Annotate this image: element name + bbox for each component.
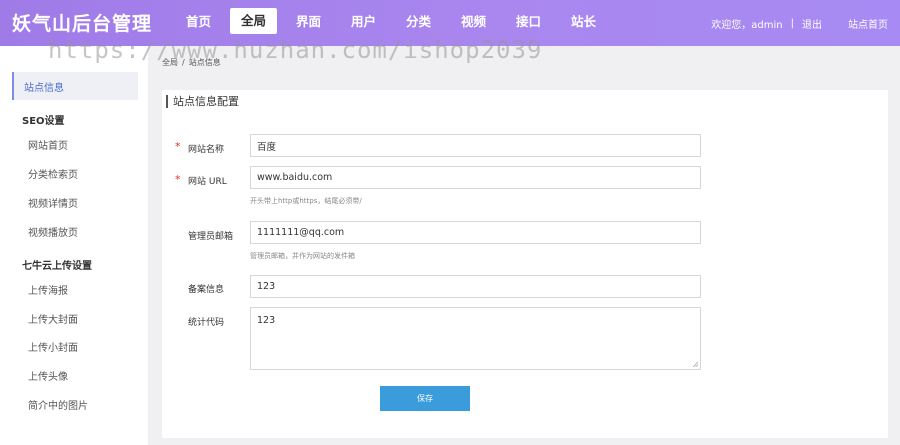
breadcrumb: 全局 / 站点信息: [162, 57, 221, 68]
brand-title: 妖气山后台管理: [12, 13, 153, 35]
breadcrumb-global[interactable]: 全局: [162, 58, 178, 67]
stats-code-value: 123: [257, 315, 276, 326]
stats-code-label: 统计代码: [188, 318, 225, 328]
panel-title: 站点信息配置: [166, 95, 239, 108]
save-button[interactable]: 保存: [380, 386, 470, 411]
resize-handle-icon[interactable]: [692, 361, 698, 367]
sidebar-group-qiniu: 七牛云上传设置: [22, 261, 92, 272]
site-url-hint: 开头带上http或https，结尾必须带/: [250, 197, 362, 205]
top-nav: 首页 全局 界面 用户 分类 视频 接口 站长: [171, 0, 611, 46]
divider: |: [790, 18, 794, 29]
sidebar-item-upload-large-cover[interactable]: 上传大封面: [28, 311, 78, 326]
nav-webmaster[interactable]: 站长: [556, 0, 611, 46]
nav-api[interactable]: 接口: [501, 0, 556, 46]
site-url-label: 网站 URL: [188, 177, 227, 187]
admin-email-hint: 管理员邮箱，并作为网站的发件箱: [250, 252, 355, 260]
sidebar-item-site-info[interactable]: 站点信息: [12, 72, 138, 100]
icp-label: 备案信息: [188, 285, 225, 295]
required-star: *: [175, 173, 181, 186]
site-name-input[interactable]: 百度: [250, 134, 701, 157]
sidebar-item-video-play[interactable]: 视频播放页: [28, 224, 78, 239]
sidebar-item-upload-avatar[interactable]: 上传头像: [28, 368, 68, 383]
breadcrumb-current: 站点信息: [188, 58, 221, 67]
nav-categories[interactable]: 分类: [391, 0, 446, 46]
top-header: 妖气山后台管理 首页 全局 界面 用户 分类 视频 接口 站长 欢迎您，admi…: [0, 0, 900, 46]
required-star: *: [175, 140, 181, 153]
sidebar-item-home-page[interactable]: 网站首页: [28, 137, 68, 152]
nav-interface[interactable]: 界面: [281, 0, 336, 46]
sidebar-item-intro-images[interactable]: 简介中的图片: [28, 397, 88, 412]
admin-email-input[interactable]: 1111111@qq.com: [250, 221, 701, 244]
nav-videos[interactable]: 视频: [446, 0, 501, 46]
admin-email-label: 管理员邮箱: [188, 232, 234, 242]
welcome-text: 欢迎您，admin: [711, 20, 783, 31]
sidebar-item-video-detail[interactable]: 视频详情页: [28, 195, 78, 210]
nav-users[interactable]: 用户: [336, 0, 391, 46]
sidebar-item-category-search[interactable]: 分类检索页: [28, 166, 78, 181]
site-url-input[interactable]: www.baidu.com: [250, 166, 701, 189]
icp-input[interactable]: 123: [250, 275, 701, 298]
site-home-link[interactable]: 站点首页: [848, 16, 888, 31]
logout-link[interactable]: 退出: [802, 16, 822, 31]
nav-global[interactable]: 全局: [230, 8, 277, 34]
site-info-panel: 站点信息配置 * 网站名称 百度 * 网站 URL www.baidu.com …: [162, 90, 888, 438]
sidebar-item-upload-poster[interactable]: 上传海报: [28, 282, 68, 297]
nav-home[interactable]: 首页: [171, 0, 226, 46]
breadcrumb-separator: /: [182, 58, 185, 67]
site-name-label: 网站名称: [188, 145, 225, 155]
sidebar: 站点信息 SEO设置 网站首页 分类检索页 视频详情页 视频播放页 七牛云上传设…: [0, 46, 148, 445]
sidebar-item-upload-small-cover[interactable]: 上传小封面: [28, 339, 78, 354]
sidebar-item-label: 站点信息: [24, 83, 64, 94]
header-user-area: 欢迎您，admin | 退出 站点首页: [711, 16, 888, 31]
sidebar-group-seo: SEO设置: [22, 116, 65, 127]
stats-code-textarea[interactable]: 123: [250, 307, 701, 370]
